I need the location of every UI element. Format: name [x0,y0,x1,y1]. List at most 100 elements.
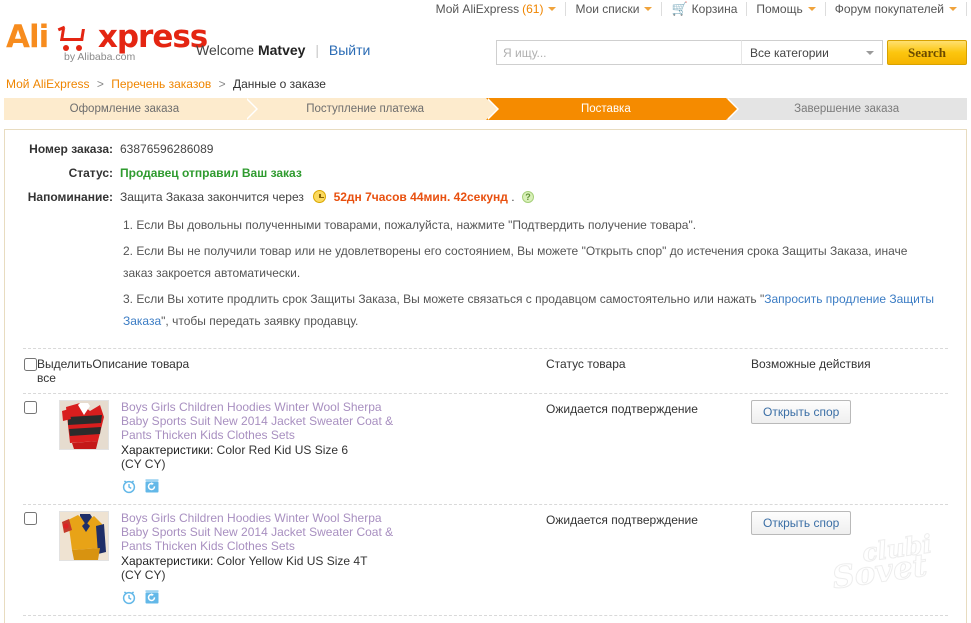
reminder-prefix-text: Защита Заказа закончится через [120,190,304,204]
note-text: 3. Если Вы хотите продлить срок Защиты З… [123,292,765,306]
select-all-label: Выделить все [37,357,93,385]
column-header-actions: Возможные действия [751,357,871,371]
alarm-icon[interactable] [121,589,137,605]
attributes-label: Характеристики: [121,554,214,568]
breadcrumb-separator: > [96,77,104,91]
order-reminder-label: Напоминание: [27,190,113,204]
product-thumbnail[interactable] [59,511,121,605]
aliexpress-logo[interactable]: Ali xpress by Alibaba.com [6,19,208,64]
topnav-label: Корзина [691,2,738,16]
logo-text-xpress: xpress [97,19,208,55]
step-order-complete: Завершение заказа [726,98,967,120]
note-text: 2. Если Вы не получили товар или не удов… [123,244,908,280]
reorder-icon[interactable] [144,478,160,494]
user-name: Matvey [257,42,306,58]
attributes-value: Color Yellow Kid US Size 4T [216,554,368,568]
order-notes-list: 1. Если Вы довольны полученными товарами… [5,214,966,332]
attributes-value: Color Red Kid US Size 6 [216,443,349,457]
logout-link[interactable]: Выйти [329,42,370,58]
row-checkbox-cell [5,400,37,494]
attributes-label: Характеристики: [121,443,214,457]
search-button[interactable]: Search [887,40,967,65]
breadcrumb-item-my-aliexpress[interactable]: Мой AliExpress [6,77,90,91]
topnav-label: Мои списки [575,2,640,16]
cart-icon: 🛒 [671,1,688,16]
protection-countdown: 52дн 7часов 44мин. 42секунд [333,190,508,204]
search-bar: Все категории Search [496,40,967,65]
product-photo-red [60,401,108,449]
category-select-value: Все категории [750,45,829,60]
topnav-item-my-lists[interactable]: Мои списки [566,2,663,16]
order-reminder-value: Защита Заказа закончится через 52дн 7час… [120,190,534,205]
order-number-row: Номер заказа: 63876596286089 [5,142,966,157]
order-progress-steps: Оформление заказа Поступление платежа По… [4,98,967,120]
order-status-row: Статус: Продавец отправил Ваш заказ [5,166,966,181]
search-input[interactable] [496,40,741,65]
products-table-header: Выделить все Описание товара Статус това… [5,349,966,391]
step-order-placed: Оформление заказа [4,98,258,120]
select-all-checkbox[interactable] [23,358,37,371]
order-note-1: 1. Если Вы довольны полученными товарами… [123,214,940,236]
reorder-icon[interactable] [144,589,160,605]
chevron-down-icon [644,7,653,11]
top-navigation-bar: Мой AliExpress (61) Мои списки 🛒 Корзина… [0,0,971,18]
countdown-suffix: . [511,190,515,204]
order-status-value: Продавец отправил Ваш заказ [120,166,302,180]
order-note-2: 2. Если Вы не получили товар или не удов… [123,240,940,284]
order-number-label: Номер заказа: [29,142,113,156]
logo-text-ali: Ali [6,19,49,55]
topnav-label: Форум покупателей [834,2,944,16]
product-photo-yellow [60,512,108,560]
topnav-label: Мой AliExpress [435,2,520,16]
open-dispute-button[interactable]: Открыть спор [751,400,852,424]
product-title-link[interactable]: Boys Girls Children Hoodies Winter Wool … [121,400,411,442]
product-attributes-second-line: (CY CY) [121,568,166,582]
topnav-count-badge: (61) [522,2,544,16]
product-status: Ожидается подтверждение [546,402,698,416]
breadcrumb-item-order-list[interactable]: Перечень заказов [111,77,211,91]
chevron-down-icon [949,7,957,11]
site-header: Ali xpress by Alibaba.com Welcome Matvey… [0,18,971,76]
row-checkbox-cell [5,511,37,605]
open-dispute-button[interactable]: Открыть спор [751,511,852,535]
column-header-description: Описание товара [92,357,190,371]
topnav-label: Помощь [756,2,803,16]
category-select[interactable]: Все категории [741,40,883,65]
welcome-separator: | [315,42,319,58]
welcome-area: Welcome Matvey | Выйти [196,42,370,58]
product-thumbnail[interactable] [59,400,121,494]
product-attributes-second-line: (CY CY) [121,457,166,471]
product-description-cell: Boys Girls Children Hoodies Winter Wool … [121,400,546,494]
product-attributes: Характеристики: Color Yellow Kid US Size… [121,554,532,568]
alarm-icon[interactable] [121,478,137,494]
clock-icon [313,190,327,203]
row-select-checkbox[interactable] [23,512,37,525]
order-info-block: Номер заказа: 63876596286089 Статус: Про… [5,130,966,342]
logo-wordmark: Ali xpress [6,19,208,55]
product-title-link[interactable]: Boys Girls Children Hoodies Winter Wool … [121,511,411,553]
step-payment-received: Поступление платежа [244,98,499,120]
topnav-item-help[interactable]: Помощь [747,2,826,16]
step-label: Завершение заказа [794,103,900,115]
product-image [59,400,109,450]
order-details-panel: Номер заказа: 63876596286089 Статус: Про… [4,129,967,623]
row-select-checkbox[interactable] [23,401,37,414]
product-attributes: Характеристики: Color Red Kid US Size 6 [121,443,532,457]
topnav-item-cart[interactable]: 🛒 Корзина [662,1,748,16]
note-text-post: ", чтобы передать заявку продавцу. [161,314,359,328]
step-label: Поступление платежа [306,103,425,115]
product-image [59,511,109,561]
order-note-3: 3. Если Вы хотите продлить срок Защиты З… [123,288,940,332]
topnav-item-buyer-forum[interactable]: Форум покупателей [826,2,967,16]
order-number-value: 63876596286089 [120,142,214,156]
logo-cart-icon [57,25,88,51]
topnav-item-my-aliexpress[interactable]: Мой AliExpress (61) [427,2,567,16]
step-delivery: Поставка [485,98,740,120]
help-icon[interactable]: ? [521,191,534,203]
chevron-down-icon [807,7,816,11]
column-header-status: Статус товара [546,357,626,371]
product-row-icons [121,589,532,605]
note-text: 1. Если Вы довольны полученными товарами… [123,218,697,232]
select-all-cell [5,357,37,385]
chevron-down-icon [548,7,557,11]
